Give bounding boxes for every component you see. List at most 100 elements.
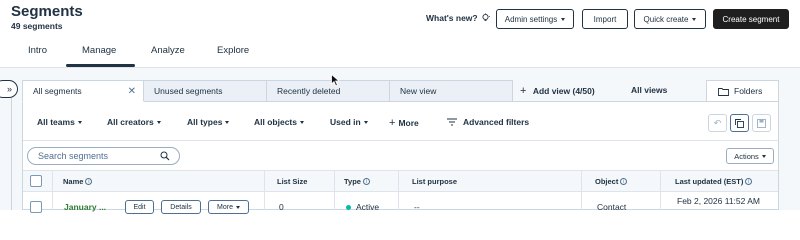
tab-manage[interactable]: Manage [82, 45, 116, 56]
more-label: More [217, 203, 233, 211]
type-label: Active [356, 202, 380, 212]
view-tab-label: Recently deleted [277, 86, 341, 96]
caret-down-icon [363, 120, 368, 124]
active-status-icon [346, 205, 351, 211]
tab-analyze[interactable]: Analyze [151, 45, 185, 56]
column-header-name[interactable]: Name i [63, 177, 93, 186]
caret-down-icon [235, 205, 240, 209]
actions-dropdown[interactable]: Actions [726, 148, 774, 164]
folders-button[interactable]: Folders [706, 80, 779, 102]
caret-down-icon [156, 120, 161, 124]
type-value: Active [346, 202, 379, 212]
list-size-value: 0 [279, 202, 284, 212]
filter-label: All creators [107, 117, 154, 127]
column-header-type[interactable]: Type i [344, 177, 370, 186]
caret-down-icon [225, 120, 230, 124]
add-view-button[interactable]: + Add view (4/50) [520, 85, 595, 97]
filter-all-creators[interactable]: All creators [107, 117, 161, 127]
view-tab-label: New view [400, 86, 437, 96]
undo-button[interactable]: ↶ [708, 114, 727, 132]
view-tab-new-view[interactable]: New view [389, 80, 513, 102]
view-tab-unused-segments[interactable]: Unused segments [143, 80, 267, 102]
view-tab-label: Unused segments [154, 86, 223, 96]
duplicate-view-button[interactable] [730, 114, 749, 132]
filter-label: Used in [330, 117, 361, 127]
filter-all-teams[interactable]: All teams [37, 117, 82, 127]
view-tab-all-segments[interactable]: All segments ✕ [22, 80, 144, 102]
tab-explore[interactable]: Explore [217, 45, 249, 56]
create-segment-button[interactable]: Create segment [713, 9, 789, 29]
filter-label: More [398, 118, 419, 128]
expand-sidebar-button[interactable]: » [0, 80, 18, 98]
column-header-list-size[interactable]: List Size [277, 177, 307, 186]
copy-icon [735, 118, 744, 128]
search-placeholder: Search segments [38, 151, 109, 161]
segment-name-link[interactable]: January ... [64, 202, 106, 212]
filter-all-types[interactable]: All types [187, 117, 230, 127]
add-view-label: Add view (4/50) [532, 86, 595, 96]
save-icon [757, 118, 766, 128]
info-icon: i [362, 178, 370, 185]
plus-icon: + [389, 117, 396, 129]
column-header-list-purpose[interactable]: List purpose [412, 177, 457, 186]
filter-lines-icon [447, 118, 457, 126]
create-segment-label: Create segment [722, 14, 780, 24]
import-button[interactable]: Import [582, 9, 628, 29]
view-tab-label: All segments [33, 86, 82, 96]
view-tab-recently-deleted[interactable]: Recently deleted [266, 80, 390, 102]
folders-label: Folders [734, 86, 763, 96]
column-label: Name [63, 177, 84, 186]
last-updated-value: Feb 2, 2026 11:52 AM [677, 196, 761, 206]
caret-down-icon [77, 120, 82, 124]
details-label: Details [170, 203, 192, 211]
column-divider [264, 170, 265, 210]
whats-new-link[interactable]: What's new? [426, 13, 490, 23]
caret-down-icon [561, 17, 566, 21]
undo-icon: ↶ [713, 117, 722, 128]
column-divider [398, 170, 399, 210]
row-more-button[interactable]: More [208, 200, 249, 214]
edit-button[interactable]: Edit [125, 200, 154, 214]
column-label: Type [344, 177, 361, 186]
quick-create-label: Quick create [643, 14, 689, 24]
page-title: Segments [11, 3, 83, 20]
column-label: Object [595, 177, 619, 186]
column-label: List Size [277, 177, 308, 186]
column-header-last-updated[interactable]: Last updated (EST) i [675, 177, 753, 186]
close-icon[interactable]: ✕ [128, 86, 136, 97]
sidebar-divider [11, 98, 12, 210]
all-views-button[interactable]: All views [631, 85, 667, 95]
details-button[interactable]: Details [161, 200, 201, 214]
mouse-pointer-icon [331, 74, 340, 87]
column-divider [581, 170, 582, 210]
filter-divider [23, 140, 778, 141]
filter-all-objects[interactable]: All objects [254, 117, 304, 127]
filter-used-in[interactable]: Used in [330, 117, 368, 127]
actions-label: Actions [734, 151, 759, 161]
column-label: List purpose [412, 177, 458, 186]
search-input[interactable]: Search segments [27, 147, 180, 165]
row-checkbox[interactable] [30, 201, 42, 213]
object-value: Contact [597, 202, 627, 212]
more-filters-button[interactable]: + More [389, 117, 419, 129]
segment-count: 49 segments [11, 21, 63, 31]
caret-down-icon [761, 154, 766, 158]
table-header [23, 170, 778, 192]
column-header-object[interactable]: Object i [595, 177, 628, 186]
info-icon: i [620, 178, 628, 185]
column-divider [334, 170, 335, 210]
admin-settings-button[interactable]: Admin settings [496, 9, 574, 29]
column-divider [660, 170, 661, 210]
save-view-button[interactable] [752, 114, 771, 132]
import-label: Import [593, 14, 617, 24]
admin-settings-label: Admin settings [504, 14, 558, 24]
filter-label: All types [187, 117, 223, 127]
advanced-filters-button[interactable]: Advanced filters [447, 117, 529, 127]
quick-create-button[interactable]: Quick create [634, 9, 706, 29]
folder-icon [718, 87, 729, 96]
lightbulb-icon [482, 13, 490, 21]
info-icon: i [745, 178, 753, 185]
whats-new-label: What's new? [426, 13, 478, 23]
select-all-checkbox[interactable] [30, 175, 42, 187]
tab-intro[interactable]: Intro [28, 45, 47, 56]
